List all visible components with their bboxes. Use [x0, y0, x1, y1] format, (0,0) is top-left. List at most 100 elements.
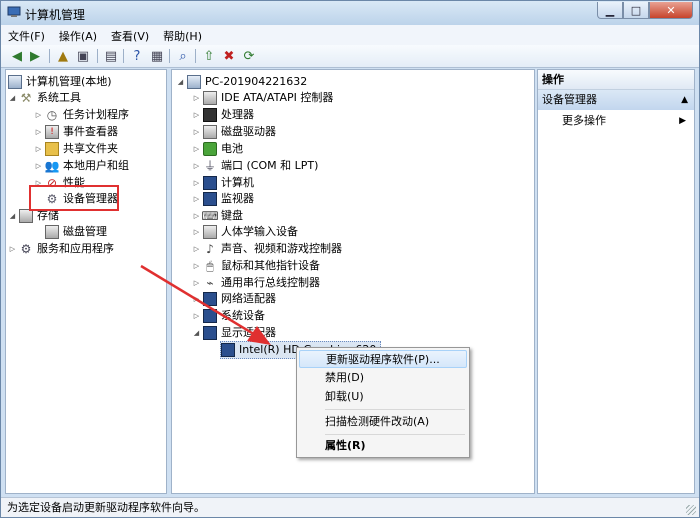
toolbar-separator [169, 49, 170, 63]
device-category[interactable]: ▷ 处理器 [192, 107, 254, 123]
device-category-label: 处理器 [221, 108, 254, 121]
expand-arrow-icon[interactable]: ▷ [192, 258, 201, 274]
tree-item-system-tools[interactable]: ◢ ⚒ 系统工具 [8, 90, 81, 106]
more-actions[interactable]: 更多操作 ▶ [562, 112, 690, 130]
scan-hardware-icon[interactable]: ⌕ [175, 48, 191, 64]
device-category[interactable]: ▷ 🖱 鼠标和其他指针设备 [192, 258, 320, 274]
tree-item-services[interactable]: ▷ ⚙ 服务和应用程序 [8, 241, 114, 257]
context-menu-uninstall[interactable]: 卸载(U) [299, 388, 467, 406]
tree-item-local-users[interactable]: ▷ 👥 本地用户和组 [34, 158, 129, 174]
tree-item-disk-management[interactable]: 磁盘管理 [45, 224, 107, 240]
device-category[interactable]: ▷ ⌁ 通用串行总线控制器 [192, 275, 320, 291]
expand-arrow-icon[interactable]: ▷ [192, 107, 201, 123]
submenu-arrow-icon: ▶ [679, 116, 686, 126]
context-menu-disable[interactable]: 禁用(D) [299, 369, 467, 387]
device-category[interactable]: ▷ 磁盘驱动器 [192, 124, 276, 140]
minimize-button[interactable]: ▁ [597, 2, 623, 19]
action-pane-icon[interactable]: ▦ [149, 48, 165, 64]
context-menu-separator [325, 434, 465, 435]
context-menu-scan-hardware[interactable]: 扫描检测硬件改动(A) [299, 413, 467, 431]
device-category[interactable]: ▷ 人体学输入设备 [192, 224, 298, 240]
device-category-label: 声音、视频和游戏控制器 [221, 242, 342, 255]
help-icon[interactable]: ? [129, 48, 145, 64]
tree-item-task-scheduler[interactable]: ▷ ◷ 任务计划程序 [34, 107, 129, 123]
context-menu-properties[interactable]: 属性(R) [299, 437, 467, 455]
menu-action[interactable]: 操作(A) [52, 25, 104, 45]
update-driver-icon[interactable]: ⇧ [201, 48, 217, 64]
expand-arrow-icon[interactable]: ▷ [34, 158, 43, 174]
device-category[interactable]: ▷ ⏚ 端口 (COM 和 LPT) [192, 158, 319, 174]
expand-arrow-icon[interactable]: ▷ [192, 308, 201, 324]
enable-device-icon[interactable]: ⟳ [241, 48, 257, 64]
expand-arrow-icon[interactable]: ▷ [192, 291, 201, 307]
event-viewer-icon: ! [45, 125, 59, 139]
actions-header: 操作 [538, 70, 694, 90]
forward-arrow-icon[interactable]: ▶ [27, 48, 43, 64]
maximize-button[interactable]: □ [623, 2, 649, 19]
title-bar: 计算机管理 ▁ □ ✕ [1, 1, 699, 25]
uninstall-icon[interactable]: ✖ [221, 48, 237, 64]
device-category[interactable]: ▷ ⌨ 键盘 [192, 208, 243, 224]
speaker-icon: ♪ [206, 242, 214, 256]
expand-arrow-icon[interactable]: ▷ [192, 275, 201, 291]
device-category[interactable]: ▷ ♪ 声音、视频和游戏控制器 [192, 241, 342, 257]
expand-arrow-icon[interactable]: ▷ [34, 141, 43, 157]
computer-management-window: 计算机管理 ▁ □ ✕ 文件(F) 操作(A) 查看(V) 帮助(H) ◀ ▶ … [0, 0, 700, 518]
disk-icon [45, 225, 59, 239]
tree-item-root[interactable]: 计算机管理(本地) [8, 74, 112, 90]
menu-view[interactable]: 查看(V) [104, 25, 156, 45]
device-category[interactable]: ▷ 计算机 [192, 175, 254, 191]
context-menu-update-driver[interactable]: 更新驱动程序软件(P)... [299, 350, 467, 368]
expand-arrow-icon[interactable]: ▷ [34, 124, 43, 140]
expand-arrow-icon[interactable]: ▷ [192, 141, 201, 157]
tree-item-label: 磁盘管理 [63, 225, 107, 238]
resize-grip-icon[interactable] [686, 505, 696, 515]
more-actions-label: 更多操作 [562, 114, 606, 127]
expand-arrow-icon[interactable]: ▷ [192, 90, 201, 106]
back-arrow-icon[interactable]: ◀ [9, 48, 25, 64]
services-icon: ⚙ [20, 242, 32, 256]
properties-icon[interactable]: ▤ [103, 48, 119, 64]
toolbar-separator [123, 49, 124, 63]
collapse-up-icon[interactable]: ▲ [681, 90, 688, 110]
tree-item-event-viewer[interactable]: ▷ ! 事件查看器 [34, 124, 118, 140]
actions-section-label: 设备管理器 [542, 93, 597, 106]
users-icon: 👥 [44, 159, 60, 173]
expand-arrow-icon[interactable]: ▷ [192, 191, 201, 207]
collapse-arrow-icon[interactable]: ◢ [192, 325, 201, 341]
device-category[interactable]: ▷ 网络适配器 [192, 291, 276, 307]
expand-arrow-icon[interactable]: ▷ [8, 241, 17, 257]
shared-folder-icon [45, 142, 59, 156]
actions-section-device-manager[interactable]: 设备管理器 ▲ [538, 90, 694, 110]
storage-icon [19, 209, 33, 223]
expand-arrow-icon[interactable]: ▷ [192, 175, 201, 191]
collapse-arrow-icon[interactable]: ◢ [8, 208, 17, 224]
menu-file[interactable]: 文件(F) [1, 25, 52, 45]
device-category[interactable]: ▷ 监视器 [192, 191, 254, 207]
expand-arrow-icon[interactable]: ▷ [192, 158, 201, 174]
toolbar-separator [97, 49, 98, 63]
show-tree-icon[interactable]: ▣ [75, 48, 91, 64]
device-category[interactable]: ◢ 显示适配器 [192, 325, 276, 341]
close-button[interactable]: ✕ [649, 2, 693, 19]
expand-arrow-icon[interactable]: ▷ [192, 224, 201, 240]
menu-help[interactable]: 帮助(H) [156, 25, 209, 45]
up-folder-icon[interactable]: ▲ [55, 48, 71, 64]
expand-arrow-icon[interactable]: ▷ [192, 208, 201, 224]
collapse-arrow-icon[interactable]: ◢ [8, 90, 17, 106]
tree-item-shared-folders[interactable]: ▷ 共享文件夹 [34, 141, 118, 157]
expand-arrow-icon[interactable]: ▷ [192, 124, 201, 140]
device-category[interactable]: ▷ IDE ATA/ATAPI 控制器 [192, 90, 333, 106]
status-bar: 为选定设备启动更新驱动程序软件向导。 [1, 497, 699, 517]
battery-icon [203, 142, 217, 156]
device-category[interactable]: ▷ 电池 [192, 141, 243, 157]
computer-name: PC-201904221632 [205, 75, 308, 88]
device-tree-root[interactable]: ◢ PC-201904221632 [176, 74, 307, 90]
expand-arrow-icon[interactable]: ▷ [34, 107, 43, 123]
network-adapter-icon [203, 292, 217, 306]
expand-arrow-icon[interactable]: ▷ [192, 241, 201, 257]
collapse-arrow-icon[interactable]: ◢ [176, 74, 185, 90]
device-category-label: 计算机 [221, 176, 254, 189]
device-category[interactable]: ▷ 系统设备 [192, 308, 265, 324]
device-category-label: 监视器 [221, 192, 254, 205]
